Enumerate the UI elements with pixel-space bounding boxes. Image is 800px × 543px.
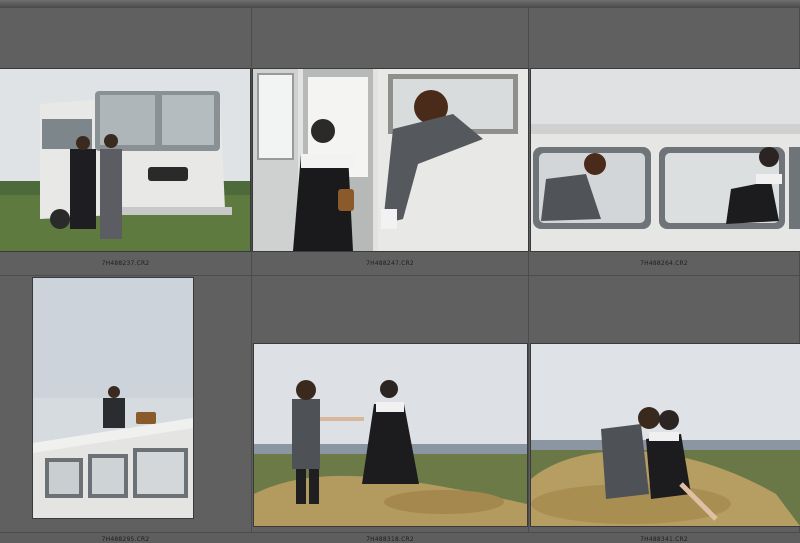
thumbnail-grid: 7H488237.CR2 7H488247.CR2 7H488264.CR2 7…: [0, 8, 800, 543]
thumbnail-filename: 7H488237.CR2: [101, 260, 150, 267]
thumbnail-cell[interactable]: 7H488318.CR2: [252, 276, 529, 543]
thumbnail-cell[interactable]: 7H488237.CR2: [0, 8, 252, 276]
thumbnail-cell[interactable]: 7H488295.CR2: [0, 276, 252, 543]
photo-haystack-hands: [254, 344, 527, 526]
photo-thumbnail[interactable]: [0, 69, 250, 251]
thumbnail-filename: 7H488247.CR2: [366, 260, 414, 267]
thumbnail-cell[interactable]: 7H488264.CR2: [529, 8, 800, 276]
photo-thumbnail[interactable]: [253, 69, 528, 251]
photo-thumbnail[interactable]: [33, 278, 193, 518]
photo-thumbnail[interactable]: [531, 344, 800, 526]
photo-bus-side: [531, 69, 800, 251]
photo-thumbnail[interactable]: [254, 344, 527, 526]
thumbnail-filename: 7H488318.CR2: [366, 536, 414, 543]
thumbnail-cell[interactable]: 7H488341.CR2: [529, 276, 800, 543]
photo-thumbnail[interactable]: [531, 69, 800, 251]
thumbnail-filename: 7H488295.CR2: [101, 536, 150, 543]
photo-bus-couple: [0, 69, 250, 251]
thumbnail-filename: 7H488341.CR2: [640, 536, 688, 543]
photo-bus-window: [253, 69, 528, 251]
thumbnail-filename: 7H488264.CR2: [640, 260, 688, 267]
thumbnail-cell[interactable]: 7H488247.CR2: [252, 8, 529, 276]
photo-haystack-sitting: [531, 344, 800, 526]
photo-bus-roof: [33, 278, 193, 518]
